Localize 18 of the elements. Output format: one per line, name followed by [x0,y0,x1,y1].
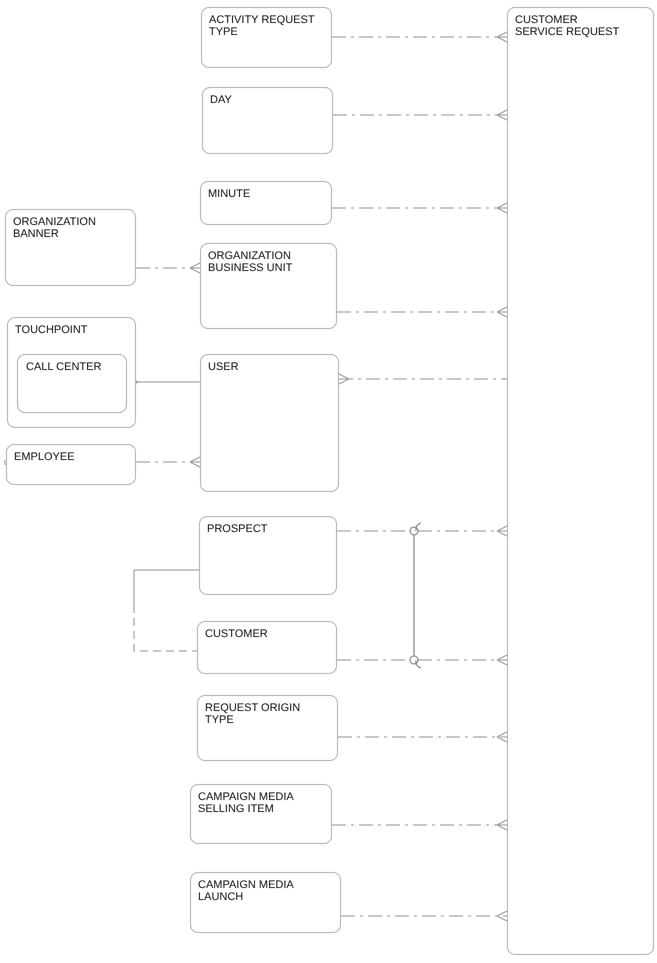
entity-name: EMPLOYEE [14,451,75,463]
entity-name: CALL CENTER [26,361,102,373]
entity-name: CUSTOMER [205,628,268,640]
relationship-line [136,262,200,274]
entity-name: MINUTE [208,188,250,200]
entity-name: ACTIVITY REQUEST TYPE [209,14,316,38]
relationship-line [136,456,200,468]
cardinality-mark [4,460,6,466]
entity-name: ORGANIZATION BUSINESS UNIT [208,250,294,274]
entity-name: REQUEST ORIGIN TYPE [205,702,302,726]
entity-name: CUSTOMER SERVICE REQUEST [515,14,620,38]
entity-name: USER [208,361,239,373]
entity-name: CAMPAIGN MEDIA LAUNCH [198,879,294,903]
entity-name: PROSPECT [207,523,268,535]
entity-name: TOUCHPOINT [15,324,88,336]
entity-name: CAMPAIGN MEDIA SELLING ITEM [198,791,294,815]
entity-name: ORGANIZATION BANNER [13,216,97,240]
entity-name: DAY [210,94,232,106]
